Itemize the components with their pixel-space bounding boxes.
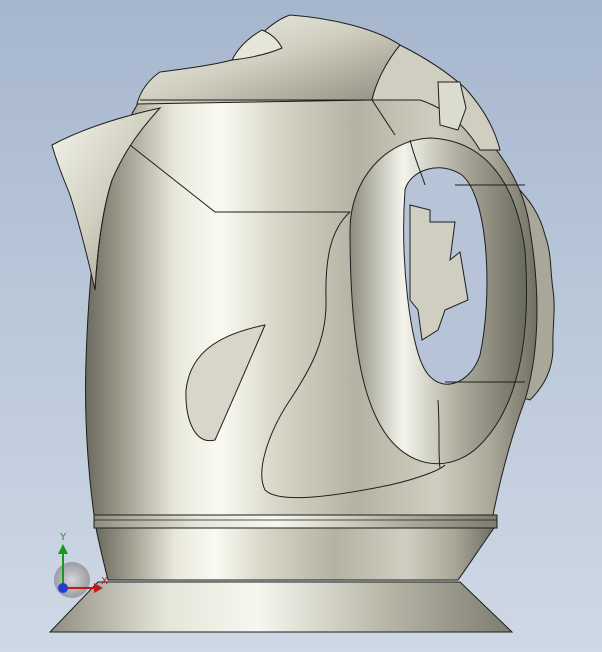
triad-y-label: Y xyxy=(60,532,67,543)
kettle-model[interactable] xyxy=(0,0,602,652)
triad-x-label: X xyxy=(101,576,108,587)
triad-z-dot-icon xyxy=(58,583,68,593)
kettle-base-plate xyxy=(48,581,514,633)
kettle-lid xyxy=(136,14,401,105)
coordinate-triad[interactable] xyxy=(54,544,103,598)
triad-y-arrow-icon xyxy=(58,544,68,554)
triad-ball-icon xyxy=(54,562,90,598)
kettle-lower-skirt xyxy=(95,527,495,581)
graphics-viewport[interactable]: Y X xyxy=(0,0,602,652)
kettle-collar xyxy=(93,514,498,529)
